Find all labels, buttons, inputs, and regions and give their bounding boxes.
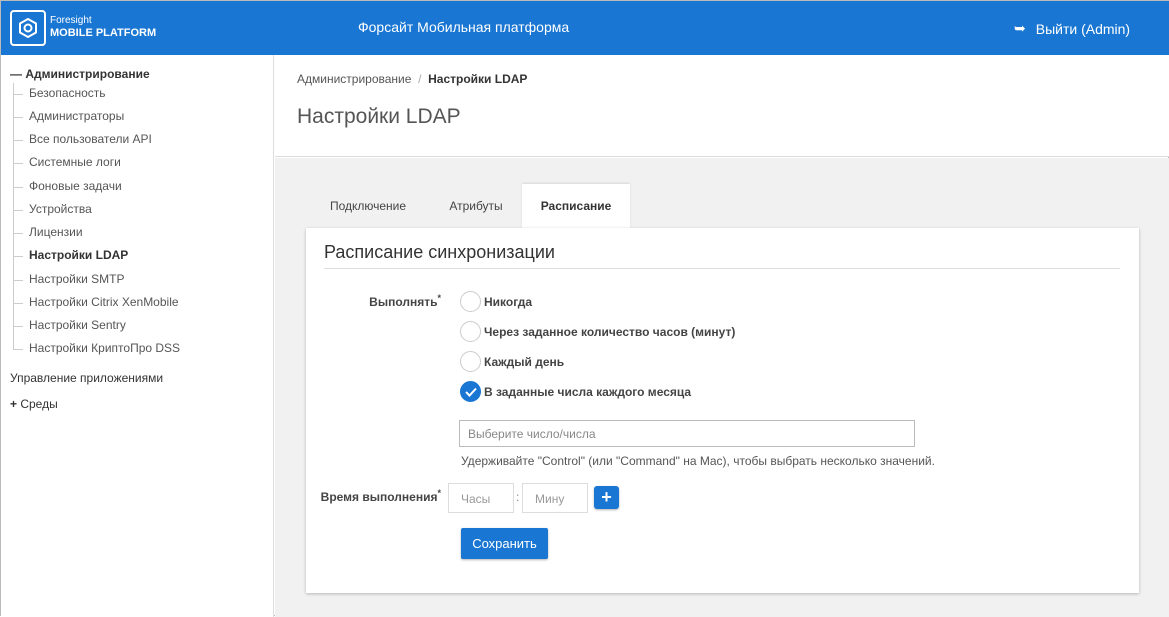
- time-label: Время выполнения*: [320, 488, 441, 504]
- logout-icon: ➥: [1014, 20, 1026, 36]
- tab-connection[interactable]: Подключение: [306, 184, 430, 228]
- radio-monthly[interactable]: В заданные числа каждого месяца: [460, 381, 691, 402]
- time-colon: :: [516, 490, 520, 504]
- content: Подключение Атрибуты Расписание Расписан…: [275, 158, 1169, 617]
- page-header: Администрирование / Настройки LDAP Настр…: [275, 55, 1169, 157]
- logout-button[interactable]: ➥ Выйти (Admin): [1014, 20, 1130, 37]
- radio-interval[interactable]: Через заданное количество часов (минут): [460, 321, 735, 342]
- add-time-button[interactable]: +: [594, 486, 619, 509]
- sidebar-item[interactable]: Все пользователи API: [13, 132, 152, 146]
- breadcrumb-current: Настройки LDAP: [428, 72, 528, 86]
- logout-label: Выйти (Admin): [1035, 20, 1131, 37]
- logo-icon: [10, 10, 46, 46]
- sidebar-section-admin[interactable]: — Администрирование: [10, 67, 150, 81]
- sidebar-item[interactable]: Настройки SMTP: [13, 272, 125, 286]
- sidebar-item[interactable]: Устройства: [13, 202, 92, 216]
- section-label: Среды: [20, 397, 58, 411]
- run-label: Выполнять*: [369, 293, 441, 309]
- breadcrumb-parent[interactable]: Администрирование: [297, 72, 411, 86]
- radio-circle[interactable]: [460, 291, 481, 312]
- sidebar-item[interactable]: Настройки Citrix XenMobile: [13, 295, 179, 309]
- brand-bottom: MOBILE PLATFORM: [50, 27, 157, 39]
- help-text: Удерживайте "Control" (или "Command" на …: [461, 454, 935, 468]
- radio-never[interactable]: Никогда: [460, 291, 532, 312]
- sidebar-item[interactable]: Системные логи: [13, 155, 121, 169]
- days-select[interactable]: Выберите число/числа: [459, 420, 915, 447]
- header: Foresight MOBILE PLATFORM Форсайт Мобиль…: [1, 1, 1169, 55]
- sidebar-item-active[interactable]: Настройки LDAP: [12, 248, 128, 262]
- breadcrumb-sep: /: [418, 72, 422, 86]
- collapse-icon: —: [10, 67, 26, 81]
- minutes-input[interactable]: Мину: [522, 483, 588, 513]
- sidebar-section-apps[interactable]: Управление приложениями: [10, 371, 163, 385]
- radio-circle[interactable]: [460, 321, 481, 342]
- save-button[interactable]: Сохранить: [461, 528, 548, 559]
- check-icon[interactable]: [460, 381, 481, 402]
- tab-schedule[interactable]: Расписание: [522, 184, 630, 228]
- sidebar-item[interactable]: Настройки КриптоПро DSS: [12, 341, 180, 355]
- sidebar-item[interactable]: Фоновые задачи: [13, 179, 122, 193]
- app-title: Форсайт Мобильная платформа: [358, 19, 570, 35]
- sidebar-item[interactable]: Администраторы: [12, 109, 124, 123]
- radio-circle[interactable]: [460, 351, 481, 372]
- sidebar-item[interactable]: Безопасность: [13, 86, 106, 100]
- sidebar-item[interactable]: Лицензии: [13, 225, 83, 239]
- sidebar: — Администрирование Безопасность Админис…: [1, 55, 274, 617]
- breadcrumb: Администрирование / Настройки LDAP: [297, 72, 527, 86]
- page-title: Настройки LDAP: [297, 105, 461, 128]
- radio-daily[interactable]: Каждый день: [460, 351, 564, 372]
- section-title: Расписание синхронизации: [324, 242, 1120, 269]
- brand-top: Foresight: [50, 15, 92, 26]
- hours-input[interactable]: Часы: [448, 483, 514, 513]
- section-label: Администрирование: [25, 67, 150, 81]
- sidebar-section-envs[interactable]: + Среды: [10, 397, 58, 411]
- schedule-panel: Расписание синхронизации Выполнять* Нико…: [306, 228, 1139, 593]
- tab-attributes[interactable]: Атрибуты: [430, 184, 522, 228]
- sidebar-item[interactable]: Настройки Sentry: [13, 318, 126, 332]
- expand-icon: +: [10, 397, 21, 411]
- tree-line: [13, 83, 14, 349]
